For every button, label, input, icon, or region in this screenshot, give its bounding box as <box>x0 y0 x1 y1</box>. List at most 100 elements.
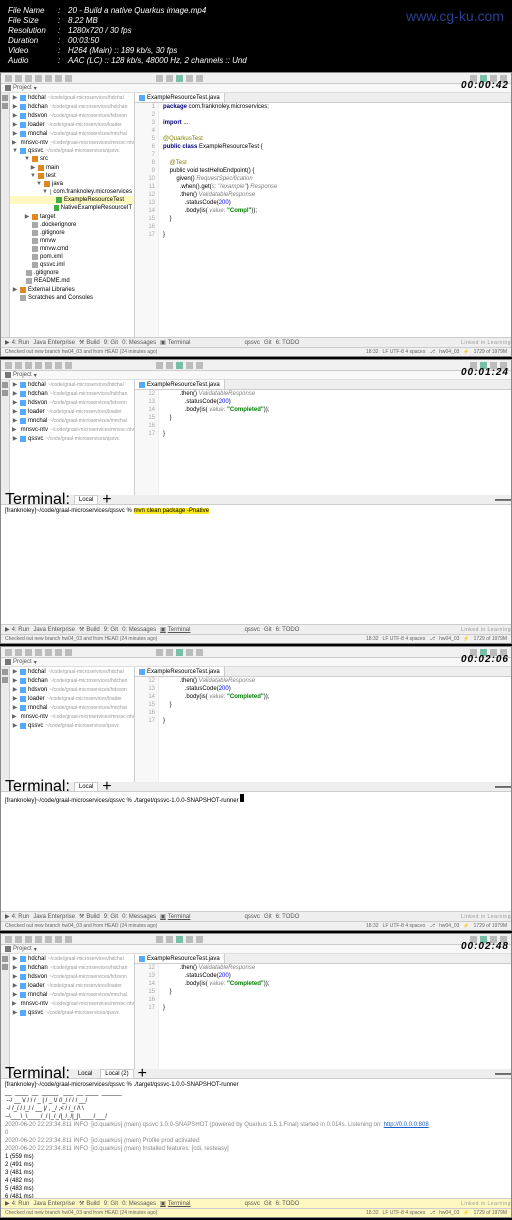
tree-item[interactable]: ▶hdsvon ~/code/graal-microservices/hdsvo… <box>10 398 134 407</box>
git-indicator[interactable]: Git <box>264 914 272 920</box>
tree-item[interactable]: ▶hdchal ~/code/graal-microservices/hdcha… <box>10 954 134 963</box>
messages-tab[interactable]: 0: Messages <box>122 340 156 346</box>
java-ee-tab[interactable]: Java Enterprise <box>33 627 75 633</box>
redo-icon[interactable] <box>35 936 42 943</box>
tree-item[interactable]: pom.xml <box>10 253 134 261</box>
java-ee-tab[interactable]: Java Enterprise <box>33 1201 75 1207</box>
bottom-tool-tabs[interactable]: ▶ 4: Run Java Enterprise ⚒ Build 9: Git … <box>1 1198 511 1208</box>
tool-window-bar-left[interactable] <box>1 380 10 495</box>
qssvc-tab[interactable]: qssvc <box>245 627 260 633</box>
run-tab[interactable]: ▶ 4: Run <box>5 339 29 346</box>
project-dropdown[interactable]: Project ▾ <box>5 659 37 666</box>
stop-icon[interactable] <box>196 649 203 656</box>
cut-icon[interactable] <box>45 75 52 82</box>
tree-item[interactable]: ▼com.franknoley.microservices <box>10 188 134 196</box>
project-tool-icon[interactable] <box>2 95 8 101</box>
terminal-tab-local[interactable]: Local <box>74 1070 96 1078</box>
messages-tab[interactable]: 0: Messages <box>122 627 156 633</box>
project-tool-icon[interactable] <box>2 669 8 675</box>
tree-item[interactable]: ▶mnchal ~/code/graal-microservices/mncha… <box>10 129 134 138</box>
project-dropdown[interactable]: Project ▾ <box>5 85 37 92</box>
java-ee-tab[interactable]: Java Enterprise <box>33 914 75 920</box>
git-indicator[interactable]: Git <box>264 1201 272 1207</box>
editor-tab[interactable]: ExampleResourceTest.java <box>135 93 225 102</box>
todo-tab[interactable]: 6: TODO <box>276 914 300 920</box>
file-icon[interactable] <box>5 362 12 369</box>
tree-item-ext-libs[interactable]: ▶External Libraries <box>10 285 134 294</box>
config-icon[interactable] <box>156 649 163 656</box>
project-tool-icon[interactable] <box>2 956 8 962</box>
tree-item[interactable]: ▶mnchal ~/code/graal-microservices/mncha… <box>10 990 134 999</box>
structure-tool-icon[interactable] <box>2 103 8 109</box>
tree-item[interactable]: ▶loader ~/code/graal-microservices/loade… <box>10 981 134 990</box>
tree-item[interactable]: ▼test <box>10 172 134 180</box>
editor-tab[interactable]: ExampleResourceTest.java <box>135 667 225 676</box>
tree-item[interactable]: ExampleResourceTest <box>10 196 134 204</box>
undo-icon[interactable] <box>25 936 32 943</box>
terminal-panel[interactable]: [franknoley]~/code/graal-microservices/q… <box>1 792 511 911</box>
tree-item[interactable]: ▶loader ~/code/graal-microservices/loade… <box>10 120 134 129</box>
messages-tab[interactable]: 0: Messages <box>122 914 156 920</box>
run-icon[interactable] <box>176 936 183 943</box>
paste-icon[interactable] <box>65 936 72 943</box>
project-tree[interactable]: ▶hdchal ~/code/graal-microservices/hdcha… <box>10 667 135 782</box>
build-tab[interactable]: ⚒ Build <box>79 626 100 633</box>
cut-icon[interactable] <box>45 649 52 656</box>
code-editor[interactable]: 121314151617 .then() ValidatableResponse… <box>135 964 511 1069</box>
undo-icon[interactable] <box>25 649 32 656</box>
tree-item[interactable]: ▶qssvc ~/code/graal-microservices/qssvc <box>10 1008 134 1017</box>
build-tab[interactable]: ⚒ Build <box>79 913 100 920</box>
save-icon[interactable] <box>15 649 22 656</box>
terminal-tab[interactable]: ▣ Terminal <box>160 1200 190 1207</box>
config-icon[interactable] <box>156 362 163 369</box>
paste-icon[interactable] <box>65 649 72 656</box>
save-icon[interactable] <box>15 936 22 943</box>
hammer-icon[interactable] <box>166 649 173 656</box>
hammer-icon[interactable] <box>166 75 173 82</box>
terminal-tab[interactable]: ▣ Terminal <box>160 913 190 920</box>
redo-icon[interactable] <box>35 649 42 656</box>
java-ee-tab[interactable]: Java Enterprise <box>33 340 75 346</box>
copy-icon[interactable] <box>55 936 62 943</box>
run-icon[interactable] <box>176 649 183 656</box>
stop-icon[interactable] <box>196 936 203 943</box>
project-tree[interactable]: ▶hdchal ~/code/graal-microservices/hdcha… <box>10 93 135 337</box>
code-editor[interactable]: 121314151617 .then() ValidatableResponse… <box>135 390 511 495</box>
tree-item[interactable]: ▶hdsvon ~/code/graal-microservices/hdsvo… <box>10 972 134 981</box>
qssvc-tab[interactable]: qssvc <box>245 914 260 920</box>
structure-tool-icon[interactable] <box>2 677 8 683</box>
tree-item[interactable]: ▶hdchal ~/code/graal-microservices/hdcha… <box>10 667 134 676</box>
run-tab[interactable]: ▶ 4: Run <box>5 1200 29 1207</box>
config-icon[interactable] <box>156 75 163 82</box>
project-dropdown[interactable]: Project ▾ <box>5 946 37 953</box>
terminal-panel[interactable]: [franknoley]~/code/graal-microservices/q… <box>1 505 511 624</box>
hammer-icon[interactable] <box>166 362 173 369</box>
terminal-tab-local[interactable]: Local <box>74 495 98 504</box>
bottom-tool-tabs[interactable]: ▶ 4: Run Java Enterprise ⚒ Build 9: Git … <box>1 624 511 634</box>
editor-tab-bar[interactable]: ExampleResourceTest.java <box>135 380 511 390</box>
debug-icon[interactable] <box>186 362 193 369</box>
project-dropdown[interactable]: Project ▾ <box>5 372 37 379</box>
git-tab[interactable]: 9: Git <box>104 627 118 633</box>
tree-item[interactable]: ▶main <box>10 163 134 172</box>
tree-item[interactable]: ▼src <box>10 155 134 163</box>
tree-item[interactable]: ▶loader ~/code/graal-microservices/loade… <box>10 407 134 416</box>
tree-item[interactable]: ▼qssvc ~/code/graal-microservices/qssvc <box>10 147 134 155</box>
tree-item[interactable]: qssvc.iml <box>10 261 134 269</box>
tree-item[interactable]: ▶hdchan ~/code/graal-microservices/hdcha… <box>10 389 134 398</box>
tree-item[interactable]: NativeExampleResourceIT <box>10 204 134 212</box>
terminal-panel[interactable]: [franknoley]~/code/graal-microservices/q… <box>1 1079 511 1198</box>
tree-item[interactable]: ▶hdchal ~/code/graal-microservices/hdcha… <box>10 380 134 389</box>
tree-item[interactable]: README.md <box>10 277 134 285</box>
main-toolbar[interactable] <box>1 647 511 658</box>
tree-item[interactable]: ▶loader ~/code/graal-microservices/loade… <box>10 694 134 703</box>
copy-icon[interactable] <box>55 75 62 82</box>
run-tab[interactable]: ▶ 4: Run <box>5 626 29 633</box>
editor-tab-bar[interactable]: ExampleResourceTest.java <box>135 93 511 103</box>
structure-tool-icon[interactable] <box>2 390 8 396</box>
tree-item[interactable]: ▶mnsvc-ntv ~/code/graal-microservices/mn… <box>10 712 134 721</box>
bottom-tool-tabs[interactable]: ▶ 4: Run Java Enterprise ⚒ Build 9: Git … <box>1 911 511 921</box>
project-tool-icon[interactable] <box>2 382 8 388</box>
bottom-tool-tabs[interactable]: ▶ 4: Run Java Enterprise ⚒ Build 9: Git … <box>1 337 511 347</box>
editor-tab-bar[interactable]: ExampleResourceTest.java <box>135 954 511 964</box>
